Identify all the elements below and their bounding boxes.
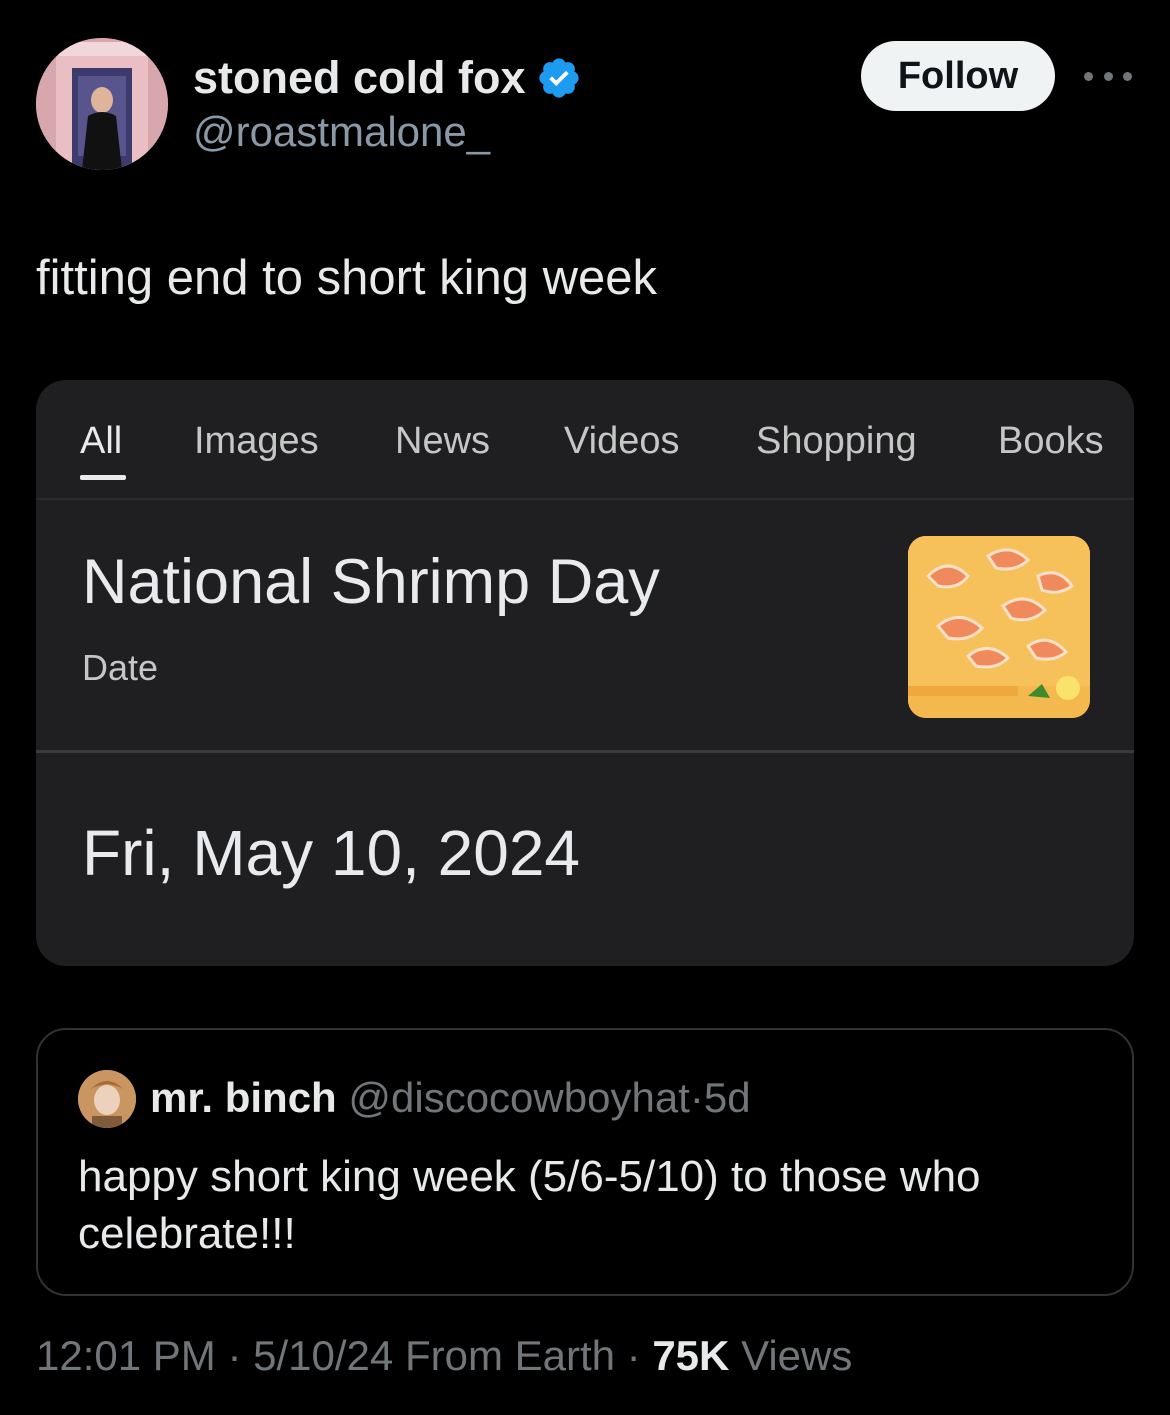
quoted-separator: · [689,1074,704,1121]
tab-shopping: Shopping [756,420,917,462]
follow-button[interactable]: Follow [861,41,1055,111]
tweet-location: From Earth [404,1332,615,1379]
quoted-tweet-text: happy short king week (5/6-5/10) to thos… [78,1152,981,1258]
quoted-tweet[interactable]: mr. binch @discocowboyhat·5d happy short… [36,1028,1134,1296]
author-avatar[interactable] [36,38,168,170]
shrimp-thumbnail-image [908,536,1090,718]
tab-videos: Videos [564,420,680,462]
search-tabs: All Images News Videos Shopping Books [36,380,1134,500]
tab-images: Images [194,420,319,462]
views-count[interactable]: 75K [652,1332,729,1379]
quoted-timestamp[interactable]: 5d [704,1074,751,1121]
tweet-time[interactable]: 12:01 PM [36,1332,216,1379]
views-label: Views [741,1332,853,1379]
quoted-display-name[interactable]: mr. binch [150,1074,337,1121]
tweet-date[interactable]: 5/10/24 [253,1332,393,1379]
quoted-handle[interactable]: @discocowboyhat [348,1074,689,1121]
tab-all: All [80,420,123,462]
tweet-media-image[interactable]: All Images News Videos Shopping Books Na… [36,380,1134,966]
verified-badge-icon[interactable] [536,55,582,101]
tweet-meta: 12:01 PM · 5/10/24 From Earth · 75K View… [36,1332,852,1380]
result-subtitle: Date [82,647,159,688]
tab-news: News [395,420,491,462]
author-display-name[interactable]: stoned cold fox [193,52,582,104]
meta-separator: · [626,1332,641,1379]
result-date: Fri, May 10, 2024 [82,817,580,889]
active-tab-indicator [80,475,126,480]
result-title: National Shrimp Day [82,547,660,617]
author-handle[interactable]: @roastmalone_ [193,108,490,156]
quoted-author-avatar[interactable] [78,1070,136,1128]
more-horizontal-icon[interactable] [1084,60,1132,92]
meta-separator: · [227,1332,242,1379]
author-name-text[interactable]: stoned cold fox [193,52,526,104]
tweet-text: fitting end to short king week [36,251,658,305]
quoted-header: mr. binch @discocowboyhat·5d [150,1074,751,1122]
tab-books: Books [998,420,1104,462]
result-divider [36,750,1134,753]
